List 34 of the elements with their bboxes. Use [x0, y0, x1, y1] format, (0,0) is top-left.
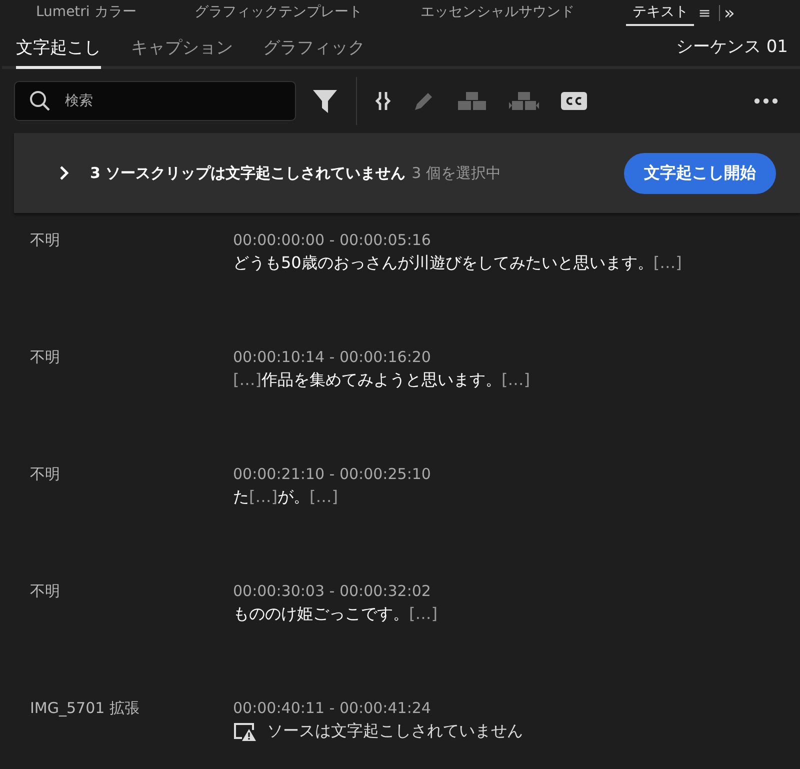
panel-tab[interactable]: グラフィックテンプレート — [188, 0, 368, 26]
panel-tab[interactable]: テキスト — [626, 0, 694, 26]
speaker-label: 不明 — [30, 231, 61, 251]
transcript-text: もののけ姫ごっこです。[…] — [233, 604, 438, 625]
timecode: 00:00:21:10 - 00:00:25:10 — [233, 465, 431, 483]
search-field[interactable]: 検索 — [14, 81, 296, 121]
closed-captions-icon[interactable] — [561, 92, 587, 110]
selection-count: 3 個を選択中 — [412, 164, 501, 182]
transcript-text: どうも50歳のおっさんが川遊びをしてみたいと思います。[…] — [233, 253, 682, 274]
transcript-text: […]作品を集めてみようと思います。[…] — [233, 370, 530, 391]
more-icon[interactable] — [754, 98, 778, 104]
tab[interactable]: グラフィック — [263, 36, 365, 69]
sequence-name: シーケンス 01 — [676, 36, 788, 59]
warning-message: ソースは文字起こしされていません — [267, 721, 523, 742]
panel-tab[interactable]: エッセンシャルサウンド — [414, 0, 580, 26]
speaker-label: IMG_5701 拡張 — [30, 699, 140, 719]
tab[interactable]: キャプション — [131, 36, 233, 69]
transcript-text: た[…]が。[…] — [233, 487, 339, 508]
notice-message: 3 ソースクリップは文字起こしされていません — [90, 164, 406, 182]
timecode: 00:00:40:11 - 00:00:41:24 — [233, 699, 432, 717]
tab[interactable]: 文字起こし — [16, 36, 101, 69]
start-transcription-button[interactable]: 文字起こし開始 — [624, 152, 776, 194]
warning-icon — [233, 722, 257, 742]
speaker-label: 不明 — [30, 465, 61, 485]
speaker-label: 不明 — [30, 582, 61, 602]
split-icon[interactable] — [375, 91, 391, 111]
overflow-button[interactable]: » — [724, 2, 735, 24]
panel-tab[interactable]: Lumetri カラー — [30, 0, 142, 26]
filter-icon[interactable] — [312, 88, 338, 114]
timecode: 00:00:00:00 - 00:00:05:16 — [233, 231, 432, 249]
chevron-icon[interactable] — [58, 165, 70, 181]
speaker-label: 不明 — [30, 348, 61, 368]
timecode: 00:00:30:03 - 00:00:32:02 — [233, 582, 432, 600]
timecode: 00:00:10:14 - 00:00:16:20 — [233, 348, 432, 366]
